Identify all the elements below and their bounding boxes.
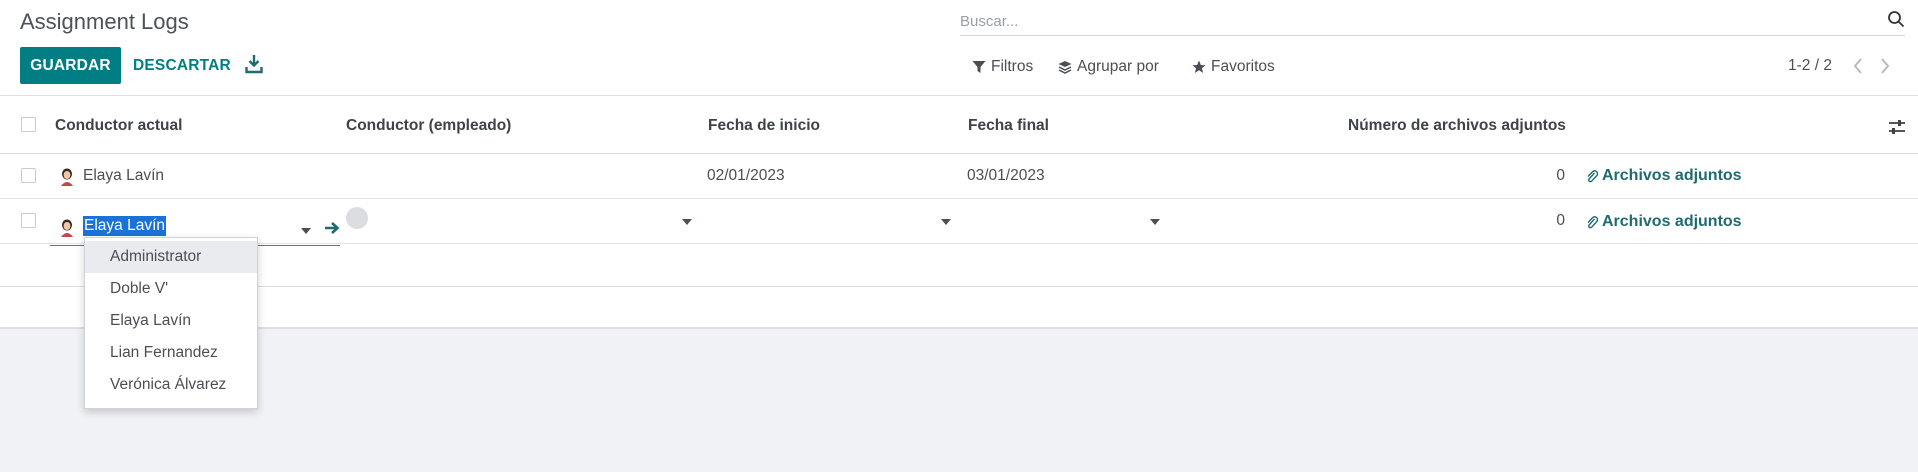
row-checkbox[interactable] — [21, 168, 36, 183]
attachments-label: Archivos adjuntos — [1602, 213, 1742, 230]
row-checkbox[interactable] — [21, 213, 36, 228]
paperclip-icon — [1587, 170, 1598, 183]
table-bottom-border — [0, 327, 1918, 329]
dropdown-option[interactable]: Doble V' — [85, 273, 257, 305]
funnel-icon — [972, 61, 986, 73]
chevron-left-icon[interactable] — [1851, 56, 1865, 76]
attachments-label: Archivos adjuntos — [1602, 167, 1742, 184]
sliders-icon[interactable] — [1888, 118, 1906, 136]
column-header-current-driver[interactable]: Conductor actual — [55, 117, 182, 135]
column-header-driver-employee[interactable]: Conductor (empleado) — [346, 117, 511, 135]
column-header-end-date[interactable]: Fecha final — [968, 117, 1049, 135]
caret-down-icon[interactable] — [941, 219, 951, 225]
attachment-count-value: 0 — [1556, 167, 1565, 184]
select-all-checkbox[interactable] — [21, 117, 36, 132]
filters-label: Filtros — [991, 58, 1034, 75]
current-driver-value[interactable]: Elaya Lavín — [83, 167, 164, 185]
favorites-button[interactable]: Favoritos — [1192, 56, 1275, 78]
dropdown-option[interactable]: Verónica Álvarez — [85, 369, 257, 401]
end-date-value[interactable]: 03/01/2023 — [967, 167, 1045, 185]
avatar — [61, 168, 73, 186]
table-row-editing[interactable]: Elaya Lavín 0 Archivos adjuntos — [0, 199, 1918, 246]
column-header-attachment-count[interactable]: Número de archivos adjuntos — [1348, 117, 1566, 135]
current-driver-input[interactable]: Elaya Lavín — [83, 216, 166, 236]
filters-button[interactable]: Filtros — [972, 56, 1033, 78]
save-button[interactable]: GUARDAR — [20, 47, 121, 84]
column-header-start-date[interactable]: Fecha de inicio — [708, 117, 820, 135]
pager-value[interactable]: 1-2 / 2 — [1788, 57, 1832, 75]
dropdown-option[interactable]: Lian Fernandez — [85, 337, 257, 369]
dropdown-option[interactable]: Administrator — [85, 241, 257, 273]
employee-avatar-placeholder — [346, 207, 368, 229]
page-title: Assignment Logs — [20, 9, 189, 34]
table-row[interactable]: Elaya Lavín 02/01/2023 03/01/2023 0 Arch… — [0, 154, 1918, 199]
attachment-count-value: 0 — [1556, 212, 1565, 229]
driver-autocomplete-dropdown: Administrator Doble V' Elaya Lavín Lian … — [84, 237, 258, 409]
search-icon[interactable] — [1887, 10, 1905, 28]
attachments-button[interactable]: Archivos adjuntos — [1586, 167, 1742, 185]
avatar — [61, 219, 73, 237]
favorites-label: Favoritos — [1211, 58, 1275, 75]
list-view: Conductor actual Conductor (empleado) Fe… — [0, 96, 1918, 329]
group-by-label: Agrupar por — [1077, 58, 1159, 75]
arrow-right-icon[interactable] — [324, 221, 340, 235]
table-header: Conductor actual Conductor (empleado) Fe… — [0, 96, 1918, 154]
discard-button[interactable]: DESCARTAR — [133, 47, 231, 84]
start-date-value[interactable]: 02/01/2023 — [707, 167, 785, 185]
attachments-button[interactable]: Archivos adjuntos — [1586, 213, 1742, 231]
chevron-right-icon[interactable] — [1878, 56, 1892, 76]
dropdown-option[interactable]: Elaya Lavín — [85, 305, 257, 337]
row-divider — [0, 286, 1918, 287]
download-icon[interactable] — [245, 54, 263, 74]
layers-icon — [1058, 61, 1072, 74]
search-bar — [960, 2, 1905, 36]
star-icon — [1192, 60, 1206, 73]
search-input[interactable] — [960, 10, 1860, 32]
caret-down-icon[interactable] — [301, 228, 311, 234]
group-by-button[interactable]: Agrupar por — [1058, 56, 1159, 78]
caret-down-icon[interactable] — [682, 219, 692, 225]
caret-down-icon[interactable] — [1150, 219, 1160, 225]
paperclip-icon — [1587, 216, 1598, 229]
control-panel: Assignment Logs GUARDAR DESCARTAR Filtro… — [0, 0, 1918, 96]
